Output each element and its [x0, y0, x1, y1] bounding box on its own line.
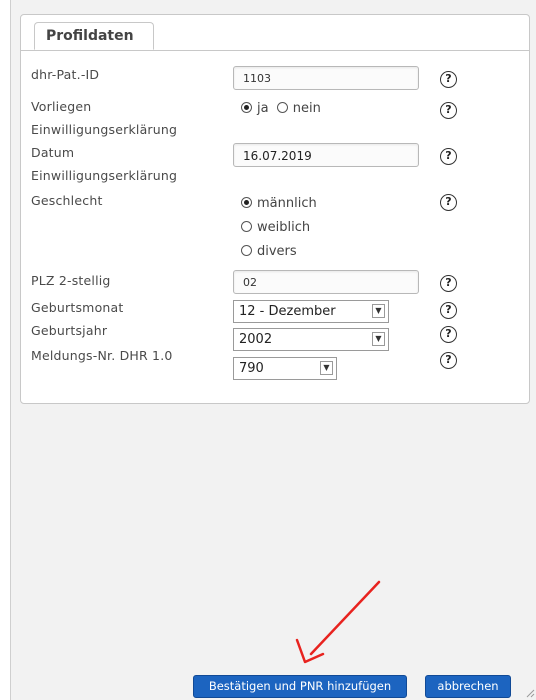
- consent-no-radio[interactable]: nein: [276, 101, 321, 116]
- gender-female-label: weiblich: [257, 220, 311, 235]
- birth-month-select[interactable]: 12 - Dezember ▼: [233, 300, 389, 323]
- consent-date-label-line1: Datum: [31, 145, 75, 160]
- consent-label-line2: Einwilligungserklärung: [31, 122, 178, 137]
- plz-field[interactable]: 02: [233, 270, 419, 294]
- profile-panel: Profildaten dhr-Pat.-ID 1103 ? Vorliegen…: [20, 14, 530, 404]
- cancel-button[interactable]: abbrechen: [425, 675, 511, 698]
- report-number-help-icon[interactable]: ?: [440, 352, 457, 369]
- chevron-down-icon[interactable]: ▼: [372, 304, 385, 318]
- consent-no-label: nein: [292, 101, 321, 116]
- birth-year-select[interactable]: 2002 ▼: [233, 328, 389, 351]
- birth-year-label: Geburtsjahr: [31, 323, 108, 338]
- dialog: Profildaten dhr-Pat.-ID 1103 ? Vorliegen…: [10, 0, 536, 700]
- radio-unchecked-icon: [241, 245, 252, 256]
- tab-profildaten[interactable]: Profildaten: [34, 22, 154, 50]
- birth-month-value: 12 - Dezember: [239, 304, 336, 319]
- pat-id-label: dhr-Pat.-ID: [31, 67, 100, 82]
- consent-yes-radio[interactable]: ja: [241, 101, 269, 116]
- plz-help-icon[interactable]: ?: [440, 275, 457, 292]
- consent-label-line1: Vorliegen: [31, 99, 92, 114]
- radio-unchecked-icon: [276, 102, 288, 113]
- consent-radio-group: ja nein: [241, 99, 321, 119]
- pat-id-help-icon[interactable]: ?: [440, 71, 457, 88]
- gender-option-female[interactable]: weiblich: [241, 218, 310, 238]
- birth-year-value: 2002: [239, 332, 273, 347]
- report-number-label: Meldungs-Nr. DHR 1.0: [31, 348, 173, 363]
- tab-strip: Profildaten: [21, 15, 529, 51]
- radio-unchecked-icon: [241, 221, 252, 232]
- gender-label: Geschlecht: [31, 193, 103, 208]
- plz-label: PLZ 2-stellig: [31, 273, 111, 288]
- chevron-down-icon[interactable]: ▼: [320, 361, 333, 375]
- birth-month-label: Geburtsmonat: [31, 300, 124, 315]
- consent-date-help-icon[interactable]: ?: [440, 148, 457, 165]
- birth-month-help-icon[interactable]: ?: [440, 302, 457, 319]
- pat-id-field[interactable]: 1103: [233, 66, 419, 90]
- chevron-down-icon[interactable]: ▼: [372, 332, 385, 346]
- consent-date-field[interactable]: 16.07.2019: [233, 143, 419, 167]
- consent-help-icon[interactable]: ?: [440, 102, 457, 119]
- birth-year-help-icon[interactable]: ?: [440, 326, 457, 343]
- confirm-add-pnr-button[interactable]: Bestätigen und PNR hinzufügen: [193, 675, 407, 698]
- annotation-arrow-icon: [295, 580, 381, 664]
- radio-checked-icon: [241, 197, 252, 208]
- consent-yes-label: ja: [257, 101, 269, 116]
- gender-male-label: männlich: [257, 196, 317, 211]
- gender-help-icon[interactable]: ?: [440, 194, 457, 211]
- consent-date-label-line2: Einwilligungserklärung: [31, 168, 178, 183]
- resize-grip-icon[interactable]: [525, 688, 535, 698]
- gender-diverse-label: divers: [257, 244, 297, 259]
- gender-option-diverse[interactable]: divers: [241, 242, 297, 262]
- gender-option-male[interactable]: männlich: [241, 194, 317, 214]
- radio-checked-icon: [241, 102, 252, 113]
- report-number-select[interactable]: 790 ▼: [233, 357, 337, 380]
- report-number-value: 790: [239, 361, 264, 376]
